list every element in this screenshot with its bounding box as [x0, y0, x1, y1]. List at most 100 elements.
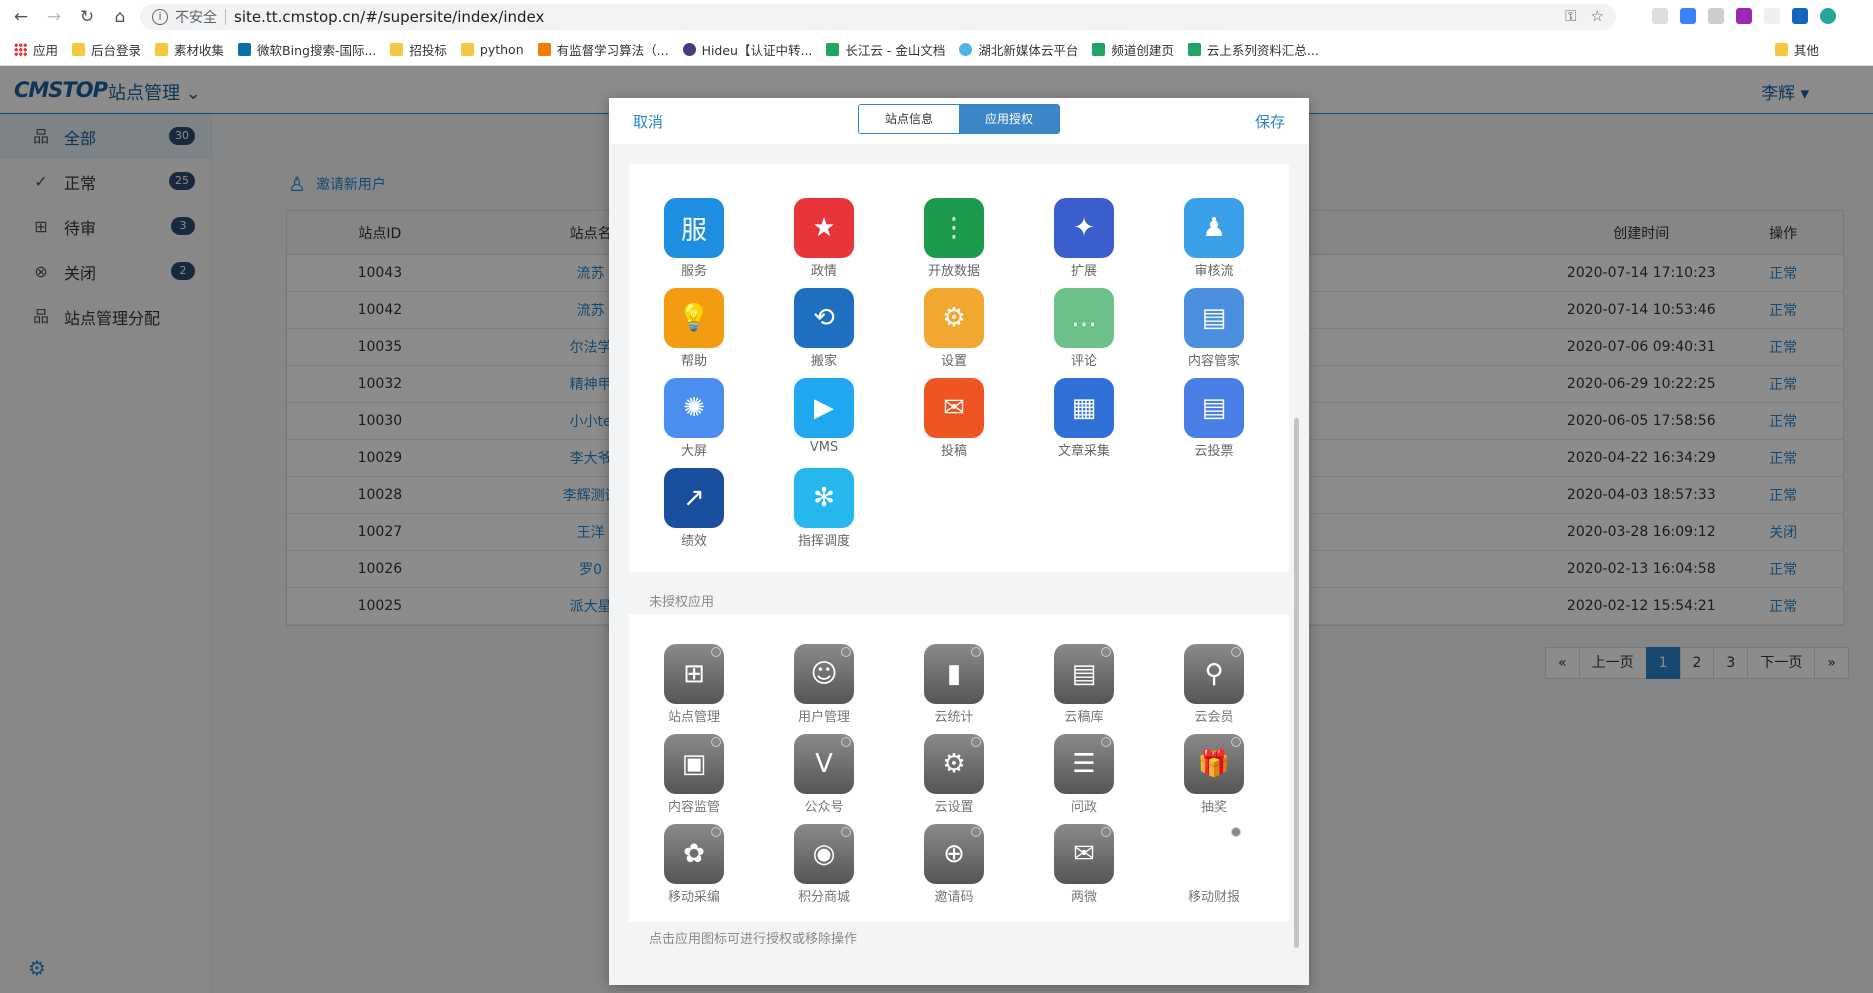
app-icon[interactable]	[1184, 824, 1244, 884]
app-icon[interactable]: …	[1054, 288, 1114, 348]
app-tile[interactable]: … 评论	[1019, 288, 1149, 378]
app-tile[interactable]: ⚙ 云设置	[889, 734, 1019, 824]
app-icon[interactable]: ♟	[1184, 198, 1244, 258]
app-tile[interactable]: ✉ 投稿	[889, 378, 1019, 468]
app-tile[interactable]: ✺ 大屏	[629, 378, 759, 468]
extension-icon[interactable]	[1708, 8, 1724, 24]
app-tile[interactable]: V 公众号	[759, 734, 889, 824]
app-tile[interactable]: ✉ 两微	[1019, 824, 1149, 914]
save-button[interactable]: 保存	[1255, 111, 1285, 132]
extension-icon[interactable]	[1792, 8, 1808, 24]
bookmark[interactable]: 后台登录	[72, 40, 141, 59]
app-icon[interactable]: ◉	[794, 824, 854, 884]
app-tile[interactable]: ▤ 云稿库	[1019, 644, 1149, 734]
app-icon[interactable]: ✦	[1054, 198, 1114, 258]
app-tile[interactable]: ▦ 文章采集	[1019, 378, 1149, 468]
app-tile[interactable]: ◉ 积分商城	[759, 824, 889, 914]
profile-avatar[interactable]	[1820, 8, 1836, 24]
tab-app-auth[interactable]: 应用授权	[959, 105, 1059, 133]
app-icon[interactable]: ▮	[924, 644, 984, 704]
app-icon[interactable]: ⚙	[924, 734, 984, 794]
app-tile[interactable]: ⚲ 云会员	[1149, 644, 1279, 734]
bookmark[interactable]: 有监督学习算法（...	[537, 40, 669, 59]
extension-icon[interactable]	[1680, 8, 1696, 24]
reload-icon[interactable]: ↻	[75, 5, 99, 29]
bookmark[interactable]: 频道创建页	[1092, 40, 1174, 59]
app-label: 两微	[1070, 890, 1097, 905]
app-icon[interactable]: ✿	[664, 824, 724, 884]
bookmark[interactable]: 素材收集	[155, 40, 224, 59]
back-icon[interactable]: ←	[9, 5, 33, 29]
bookmark[interactable]: 微软Bing搜索-国际...	[238, 40, 376, 59]
app-tile[interactable]: ✦ 扩展	[1019, 198, 1149, 288]
app-icon[interactable]: ☺	[794, 644, 854, 704]
app-tile[interactable]: 💡 帮助	[629, 288, 759, 378]
app-icon[interactable]: ⊞	[664, 644, 724, 704]
bookmark[interactable]: 招投标	[390, 40, 447, 59]
extension-icon[interactable]	[1764, 8, 1780, 24]
bookmark[interactable]: 长江云 - 金山文档	[826, 40, 945, 59]
app-tile[interactable]: 🎁 抽奖	[1149, 734, 1279, 824]
app-icon[interactable]: ⟲	[794, 288, 854, 348]
app-icon[interactable]: V	[794, 734, 854, 794]
app-icon[interactable]: 🎁	[1184, 734, 1244, 794]
app-tile[interactable]: ▣ 内容监管	[629, 734, 759, 824]
app-icon[interactable]: ▶	[794, 378, 854, 438]
tab-site-info[interactable]: 站点信息	[859, 105, 959, 133]
extension-icon[interactable]	[1736, 8, 1752, 24]
app-tile[interactable]: ✿ 移动采编	[629, 824, 759, 914]
app-tile[interactable]: ↗ 绩效	[629, 468, 759, 558]
app-icon[interactable]: 💡	[664, 288, 724, 348]
bookmark[interactable]: python	[460, 42, 524, 57]
app-icon[interactable]: ⊕	[924, 824, 984, 884]
app-tile[interactable]: 移动财报	[1149, 824, 1279, 914]
key-icon[interactable]: ⚿	[1565, 7, 1576, 25]
app-icon[interactable]: ⋮	[924, 198, 984, 258]
extension-icon[interactable]	[1652, 8, 1668, 24]
info-icon[interactable]: i	[152, 9, 168, 25]
app-tile[interactable]: ▤ 云投票	[1149, 378, 1279, 468]
app-label: 移动财报	[1187, 890, 1240, 905]
bookmark[interactable]: Hideu【认证中转...	[682, 40, 812, 59]
app-tile[interactable]: ☰ 问政	[1019, 734, 1149, 824]
app-icon[interactable]: ⚲	[1184, 644, 1244, 704]
app-icon[interactable]: ✻	[794, 468, 854, 528]
app-tile[interactable]: 服服务	[629, 198, 759, 288]
app-icon[interactable]: ▦	[1054, 378, 1114, 438]
bookmark[interactable]: 湖北新媒体云平台	[959, 40, 1078, 59]
app-icon[interactable]: ✺	[664, 378, 724, 438]
app-tile[interactable]: ★ 政情	[759, 198, 889, 288]
app-tile[interactable]: ⟲ 搬家	[759, 288, 889, 378]
star-icon[interactable]: ☆	[1591, 7, 1604, 25]
app-icon[interactable]: ⚙	[924, 288, 984, 348]
bookmark[interactable]: 云上系列资料汇总...	[1187, 40, 1319, 59]
app-tile[interactable]: ⚙ 设置	[889, 288, 1019, 378]
app-tile[interactable]: ⊕ 邀请码	[889, 824, 1019, 914]
app-icon[interactable]: 服	[664, 198, 724, 258]
app-icon[interactable]: ★	[794, 198, 854, 258]
home-icon[interactable]: ⌂	[108, 5, 132, 29]
forward-icon[interactable]: →	[42, 5, 66, 29]
app-icon[interactable]: ▤	[1184, 378, 1244, 438]
cancel-button[interactable]: 取消	[633, 111, 663, 132]
url-text[interactable]: site.tt.cmstop.cn/#/supersite/index/inde…	[234, 8, 544, 26]
app-tile[interactable]: ▶ VMS	[759, 378, 889, 468]
app-icon[interactable]: ✉	[1054, 824, 1114, 884]
app-icon[interactable]: ✉	[924, 378, 984, 438]
app-icon[interactable]: ▣	[664, 734, 724, 794]
app-tile[interactable]: ⊞ 站点管理	[629, 644, 759, 734]
app-icon[interactable]: ▤	[1054, 644, 1114, 704]
scrollbar[interactable]	[1294, 418, 1299, 948]
app-icon[interactable]: ▤	[1184, 288, 1244, 348]
app-tile[interactable]: ♟ 审核流	[1149, 198, 1279, 288]
app-tile[interactable]: ⋮ 开放数据	[889, 198, 1019, 288]
bookmark-apps[interactable]: 应用	[14, 40, 58, 59]
app-tile[interactable]: ▤ 内容管家	[1149, 288, 1279, 378]
address-bar[interactable]: i 不安全 site.tt.cmstop.cn/#/supersite/inde…	[140, 4, 1616, 30]
app-icon[interactable]: ↗	[664, 468, 724, 528]
app-tile[interactable]: ☺ 用户管理	[759, 644, 889, 734]
app-tile[interactable]: ✻ 指挥调度	[759, 468, 889, 558]
bookmark-other[interactable]: 其他	[1774, 40, 1819, 59]
app-icon[interactable]: ☰	[1054, 734, 1114, 794]
app-tile[interactable]: ▮ 云统计	[889, 644, 1019, 734]
